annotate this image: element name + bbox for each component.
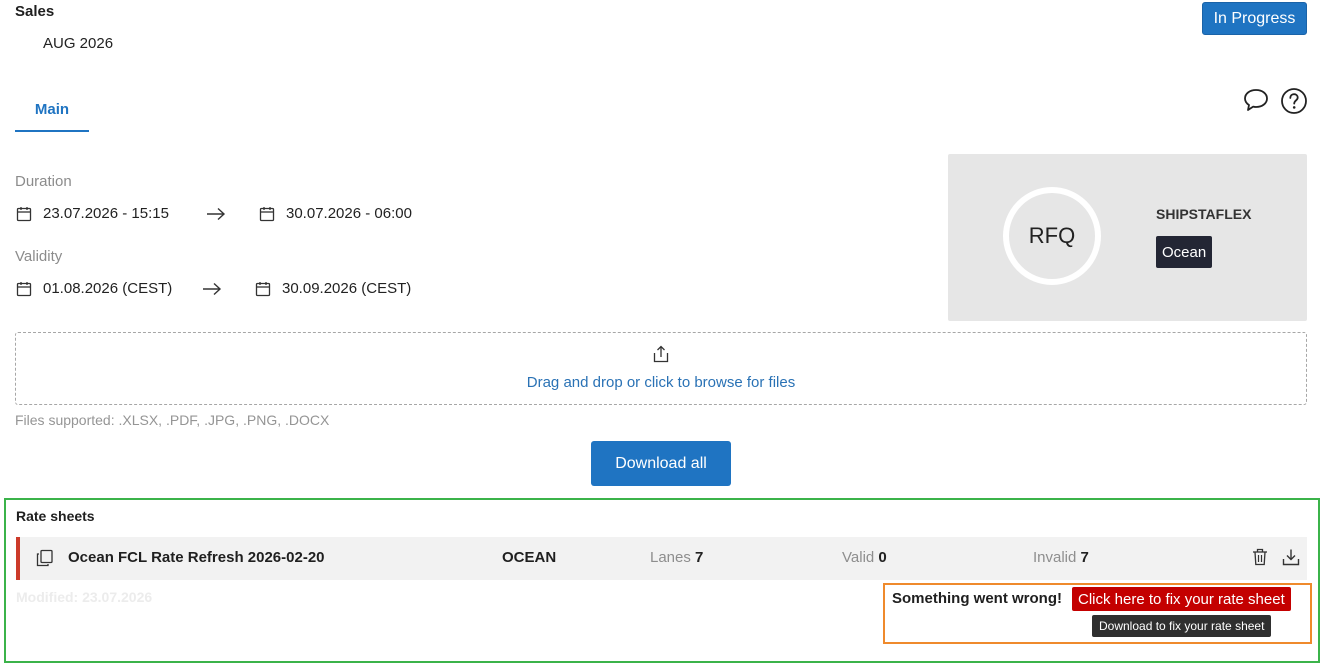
tab-main[interactable]: Main <box>15 88 89 132</box>
rate-sheet-mode: OCEAN <box>502 549 557 566</box>
duration-start: 23.07.2026 - 15:15 <box>43 205 169 222</box>
calendar-icon <box>259 207 275 222</box>
download-icon[interactable] <box>1282 548 1300 566</box>
trash-icon[interactable] <box>1252 548 1268 566</box>
validity-end: 30.09.2026 (CEST) <box>282 280 412 297</box>
rate-sheet-row[interactable]: Ocean FCL Rate Refresh 2026-02-20 OCEAN … <box>16 537 1307 580</box>
valid-value: 0 <box>878 549 887 566</box>
error-notice: Something went wrong! Click here to fix … <box>883 583 1312 644</box>
rfq-panel: RFQ SHIPSTAFLEX Ocean <box>948 154 1307 321</box>
rfq-badge: RFQ <box>1003 187 1101 285</box>
lanes-label: Lanes <box>650 549 691 566</box>
status-button[interactable]: In Progress <box>1202 2 1307 35</box>
duration-end: 30.07.2026 - 06:00 <box>286 205 412 222</box>
lanes-metric: Lanes 7 <box>650 549 703 566</box>
calendar-icon <box>16 207 32 222</box>
fix-rate-sheet-button[interactable]: Click here to fix your rate sheet <box>1072 587 1291 611</box>
error-message: Something went wrong! <box>892 590 1062 607</box>
valid-label: Valid <box>842 549 875 566</box>
arrow-right-icon <box>207 207 226 221</box>
chat-bubble-icon[interactable] <box>1243 87 1269 113</box>
duration-label: Duration <box>15 173 72 190</box>
files-supported-hint: Files supported: .XLSX, .PDF, .JPG, .PNG… <box>15 412 330 428</box>
carrier-name: SHIPSTAFLEX <box>1156 206 1252 222</box>
arrow-right-icon <box>203 282 222 296</box>
invalid-value: 7 <box>1080 549 1089 566</box>
invalid-metric: Invalid 7 <box>1033 549 1089 566</box>
file-dropzone[interactable]: Drag and drop or click to browse for fil… <box>15 332 1307 405</box>
invalid-label: Invalid <box>1033 549 1077 566</box>
period-label: AUG 2026 <box>43 35 114 52</box>
upload-icon <box>653 345 669 363</box>
calendar-icon <box>16 282 32 297</box>
mode-badge: Ocean <box>1156 236 1213 268</box>
validity-label: Validity <box>15 248 63 265</box>
download-all-button[interactable]: Download all <box>591 441 731 486</box>
rate-sheets-title: Rate sheets <box>16 508 95 524</box>
lanes-value: 7 <box>695 549 704 566</box>
calendar-icon <box>255 282 271 297</box>
dropzone-prompt[interactable]: Drag and drop or click to browse for fil… <box>16 374 1306 391</box>
help-circle-icon[interactable] <box>1280 87 1308 115</box>
rate-sheet-name[interactable]: Ocean FCL Rate Refresh 2026-02-20 <box>68 549 325 566</box>
validity-start: 01.08.2026 (CEST) <box>43 280 173 297</box>
modified-date: Modified: 23.07.2026 <box>16 589 153 605</box>
valid-metric: Valid 0 <box>842 549 887 566</box>
section-title: Sales <box>15 3 55 20</box>
fix-tooltip: Download to fix your rate sheet <box>1092 615 1272 637</box>
copy-document-icon <box>36 549 53 567</box>
